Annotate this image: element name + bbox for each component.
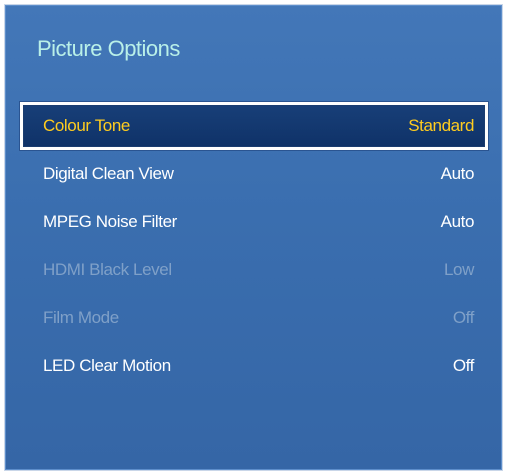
menu-item-colour-tone[interactable]: Colour Tone Standard [20, 102, 488, 150]
menu-item-label: HDMI Black Level [43, 260, 172, 279]
menu-item-digital-clean-view[interactable]: Digital Clean View Auto [20, 150, 488, 198]
menu-item-label: MPEG Noise Filter [43, 212, 177, 231]
menu-item-film-mode: Film Mode Off [20, 294, 488, 342]
menu-item-value: Low [444, 260, 474, 279]
picture-options-panel: Picture Options Colour Tone Standard Dig… [5, 5, 502, 470]
menu-item-label: LED Clear Motion [43, 356, 171, 375]
panel-title: Picture Options [37, 36, 180, 61]
menu-item-led-clear-motion[interactable]: LED Clear Motion Off [20, 342, 488, 390]
picture-options-menu: Colour Tone Standard Digital Clean View … [20, 102, 488, 390]
menu-item-value: Auto [440, 212, 475, 231]
menu-item-value: Standard [408, 116, 474, 135]
menu-item-value: Auto [440, 164, 475, 183]
menu-item-label: Digital Clean View [43, 164, 174, 183]
menu-item-hdmi-black-level: HDMI Black Level Low [20, 246, 488, 294]
menu-item-value: Off [452, 308, 475, 327]
menu-item-label: Colour Tone [43, 116, 130, 135]
menu-item-value: Off [452, 356, 475, 375]
menu-item-mpeg-noise-filter[interactable]: MPEG Noise Filter Auto [20, 198, 488, 246]
menu-item-label: Film Mode [43, 308, 119, 327]
